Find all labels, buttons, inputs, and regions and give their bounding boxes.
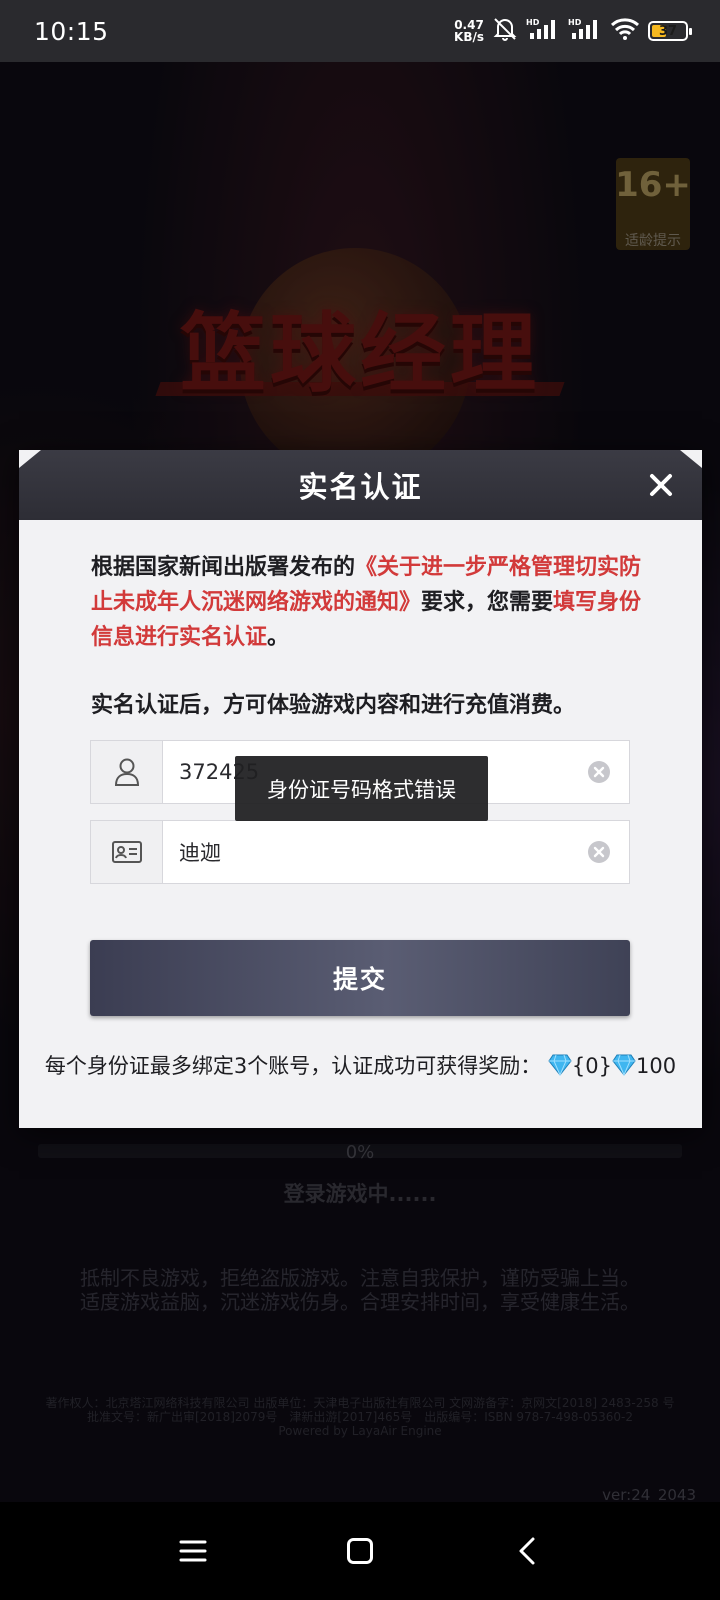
back-chevron-icon bbox=[519, 1537, 535, 1565]
signal-sim2-icon: HD bbox=[568, 17, 602, 45]
name-field bbox=[90, 820, 630, 884]
close-icon bbox=[650, 474, 672, 496]
navigation-bar bbox=[0, 1502, 720, 1600]
network-speed-unit: KB/s bbox=[454, 30, 484, 44]
name-field-icon-box bbox=[91, 821, 163, 883]
notice-text-2: 实名认证后，方可体验游戏内容和进行充值消费。 bbox=[91, 693, 576, 718]
name-clear-button[interactable] bbox=[569, 821, 629, 883]
reward-info: 每个身份证最多绑定3个账号，认证成功可获得奖励： {0} 100 bbox=[19, 1050, 702, 1081]
status-bar: 10:15 0.47 KB/s HD HD 37 bbox=[0, 0, 720, 62]
id-field-icon-box bbox=[91, 741, 163, 803]
diamond-icon bbox=[548, 1054, 572, 1081]
wifi-icon bbox=[610, 17, 640, 45]
network-speed: 0.47 KB/s bbox=[454, 19, 484, 43]
nav-menu-button[interactable] bbox=[163, 1521, 223, 1581]
nav-back-button[interactable] bbox=[497, 1521, 557, 1581]
id-clear-button[interactable] bbox=[569, 741, 629, 803]
name-input[interactable] bbox=[163, 821, 569, 883]
user-icon bbox=[114, 758, 139, 786]
status-icons: 0.47 KB/s HD HD 37 bbox=[454, 16, 692, 46]
reward-prefix: 每个身份证最多绑定3个账号，认证成功可获得奖励： bbox=[44, 1054, 542, 1078]
reward-amount: 100 bbox=[636, 1054, 677, 1078]
clear-circle-icon bbox=[588, 841, 610, 863]
notice-part-2: 要求，您需要 bbox=[421, 590, 554, 615]
screen: 10:15 0.47 KB/s HD HD 37 16+ 适龄提示 篮球经理 0… bbox=[0, 0, 720, 1600]
svg-text:HD: HD bbox=[526, 18, 540, 27]
close-button[interactable] bbox=[646, 470, 676, 500]
submit-button[interactable]: 提交 bbox=[90, 940, 630, 1016]
dialog-title: 实名认证 bbox=[298, 470, 423, 504]
notice-text: 根据国家新闻出版署发布的《关于进一步严格管理切实防止未成年人沉迷网络游戏的通知》… bbox=[91, 550, 651, 655]
diamond-icon bbox=[612, 1054, 636, 1081]
notice-end: 。 bbox=[267, 625, 290, 650]
clear-circle-icon bbox=[588, 761, 610, 783]
error-toast: 身份证号码格式错误 bbox=[235, 756, 488, 821]
battery-level: 37 bbox=[658, 23, 678, 39]
svg-text:HD: HD bbox=[568, 18, 582, 27]
signal-sim1-icon: HD bbox=[526, 17, 560, 45]
battery-icon: 37 bbox=[648, 21, 692, 41]
home-square-icon bbox=[346, 1538, 373, 1564]
reward-placeholder: {0} bbox=[571, 1054, 613, 1078]
clock: 10:15 bbox=[34, 16, 109, 46]
dialog-body: 根据国家新闻出版署发布的《关于进一步严格管理切实防止未成年人沉迷网络游戏的通知》… bbox=[19, 520, 702, 723]
notice-part-1: 根据国家新闻出版署发布的 bbox=[91, 555, 356, 580]
dialog-header: 实名认证 bbox=[19, 450, 702, 520]
id-card-icon bbox=[111, 841, 142, 863]
menu-icon bbox=[179, 1540, 207, 1562]
nav-home-button[interactable] bbox=[330, 1521, 390, 1581]
bell-muted-icon bbox=[492, 16, 518, 46]
